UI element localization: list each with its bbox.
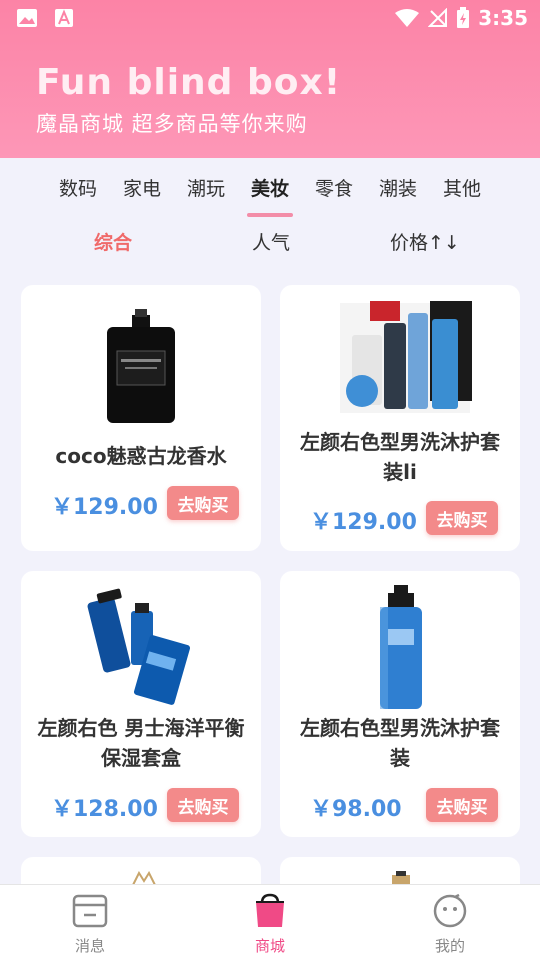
- subline: 魔晶商城 超多商品等你来购: [36, 112, 308, 136]
- header: 3:35 Fun blind box! 魔晶商城 超多商品等你来购: [0, 0, 540, 158]
- product-card[interactable]: 左颜右色 男士海洋平衡保湿套盒 ￥128.00 去购买: [21, 571, 261, 837]
- product-price: ￥128.00: [51, 797, 158, 822]
- tab-beauty[interactable]: 美妆: [246, 170, 294, 217]
- category-tabs: 数码 家电 潮玩 美妆 零食 潮装 其他: [0, 158, 540, 217]
- product-title: 左颜右色型男洗沐护套装li: [300, 430, 500, 484]
- shopping-bag-icon: [256, 893, 284, 927]
- nav-mine-label: 我的: [434, 937, 465, 955]
- buy-button[interactable]: 去购买: [426, 788, 498, 822]
- product-title: coco魅惑古龙香水: [55, 444, 227, 468]
- tab-snacks[interactable]: 零食: [315, 170, 353, 205]
- nav-mine[interactable]: 我的: [405, 893, 495, 956]
- product-price: ￥129.00: [310, 510, 417, 535]
- font-app-icon: [55, 9, 73, 27]
- nav-mall-label: 商城: [254, 937, 285, 955]
- sort-price[interactable]: 价格↑↓: [390, 228, 460, 255]
- perfume-bottle-image: [107, 309, 175, 423]
- product-price: ￥129.00: [51, 495, 158, 520]
- nav-messages[interactable]: 消息: [45, 893, 135, 956]
- tab-fashion[interactable]: 潮装: [379, 170, 417, 205]
- product-title: 左颜右色型男洗沐护套装: [300, 716, 500, 770]
- tab-digital[interactable]: 数码: [59, 170, 97, 205]
- sort-overall[interactable]: 综合: [94, 228, 132, 255]
- skincare-set-image: [340, 301, 472, 413]
- nav-messages-label: 消息: [74, 937, 105, 955]
- sort-bar: 综合 人气 价格↑↓: [0, 216, 540, 268]
- headline: Fun blind box!: [36, 62, 342, 103]
- wifi-icon: [395, 9, 420, 27]
- product-card[interactable]: 左颜右色型男洗沐护套装 ￥98.00 去购买: [280, 571, 520, 837]
- inbox-icon: [72, 894, 108, 928]
- tab-trendy-toys[interactable]: 潮玩: [187, 170, 225, 205]
- tab-appliances[interactable]: 家电: [123, 170, 161, 205]
- product-price: ￥98.00: [310, 797, 402, 822]
- moisturizing-box-image: [87, 588, 191, 705]
- product-title: 左颜右色 男士海洋平衡保湿套盒: [37, 716, 245, 770]
- status-bar: 3:35: [0, 0, 540, 36]
- battery-icon: [457, 7, 470, 28]
- smiley-icon: [433, 893, 467, 928]
- buy-button[interactable]: 去购买: [426, 501, 498, 535]
- gallery-icon: [17, 9, 37, 27]
- product-card[interactable]: coco魅惑古龙香水 ￥129.00 去购买: [21, 285, 261, 551]
- buy-button[interactable]: 去购买: [167, 788, 239, 822]
- bottom-nav: 消息 商城 我的: [0, 884, 540, 960]
- product-card[interactable]: 左颜右色型男洗沐护套装li ￥129.00 去购买: [280, 285, 520, 551]
- buy-button[interactable]: 去购买: [167, 486, 239, 520]
- nav-mall[interactable]: 商城: [225, 893, 315, 956]
- no-signal-icon: [428, 8, 448, 27]
- sort-popularity[interactable]: 人气: [252, 228, 290, 255]
- wash-bottle-image: [380, 585, 422, 709]
- status-time: 3:35: [478, 6, 528, 30]
- tab-other[interactable]: 其他: [443, 170, 481, 205]
